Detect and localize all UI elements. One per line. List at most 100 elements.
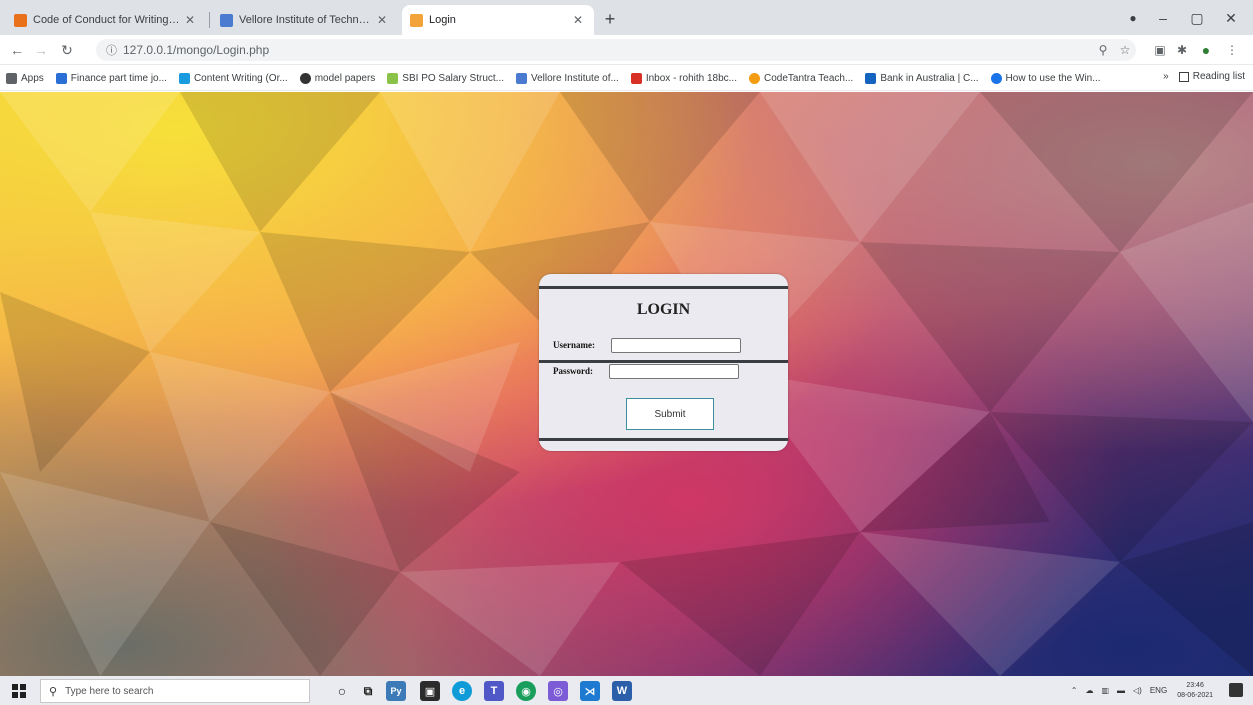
tab-favicon (220, 13, 233, 27)
clock[interactable]: 23:46 08-06-2021 (1177, 681, 1213, 701)
bookmark-favicon-icon (299, 72, 311, 84)
bookmark-star-icon[interactable]: ☆ (1115, 40, 1135, 60)
chrome-alt-icon[interactable]: ◎ (548, 681, 568, 701)
notification-icon[interactable] (1229, 683, 1243, 697)
tab-favicon (14, 13, 27, 27)
onedrive-icon[interactable]: ☁ (1085, 686, 1093, 695)
page-background: LOGIN Username: Password: Submit (0, 92, 1253, 676)
maximize-button[interactable]: ▢ (1182, 6, 1212, 30)
bookmark-favicon-icon (865, 72, 877, 84)
tab-separator (209, 12, 210, 28)
extensions-puzzle-icon[interactable]: ✱ (1172, 40, 1192, 60)
close-tab-icon[interactable]: ✕ (374, 13, 390, 27)
bookmark-item[interactable]: Inbox - rohith 18bc... (630, 72, 737, 84)
cortana-icon[interactable]: ○ (332, 681, 352, 701)
tab-title: Vellore Institute of Technology |... (239, 14, 374, 26)
bookmark-label: Bank in Australia | C... (880, 72, 979, 84)
search-placeholder: Type here to search (65, 685, 154, 697)
volume-icon[interactable]: ◁) (1133, 686, 1142, 695)
battery-icon[interactable]: ▬ (1117, 686, 1125, 695)
bookmark-favicon-icon (178, 72, 190, 84)
info-icon[interactable]: ⓘ (106, 42, 117, 58)
teams-icon[interactable]: T (484, 681, 504, 701)
python-icon[interactable]: Py (386, 681, 406, 701)
bookmark-label: Finance part time jo... (70, 72, 167, 84)
bookmark-item[interactable]: Bank in Australia | C... (865, 72, 979, 84)
bookmark-favicon-icon (516, 72, 527, 84)
forward-button[interactable]: → (30, 39, 52, 61)
tab-title: Code of Conduct for Writing M... (33, 14, 182, 26)
tab-code-of-conduct[interactable]: Code of Conduct for Writing M... ✕ (6, 5, 206, 35)
url-text: 127.0.0.1/mongo/Login.php (123, 43, 270, 57)
back-button[interactable]: ← (6, 39, 28, 61)
more-bookmarks-icon[interactable]: » (1163, 71, 1169, 82)
bookmark-favicon-icon (749, 72, 760, 84)
submit-button[interactable]: Submit (626, 398, 714, 430)
divider (539, 360, 788, 363)
clock-date: 08-06-2021 (1177, 691, 1213, 699)
zoom-icon[interactable]: ⚲ (1093, 40, 1113, 60)
bookmark-item[interactable]: Finance part time jo... (55, 72, 167, 84)
reload-button[interactable]: ↻ (56, 39, 78, 61)
close-window-button[interactable]: ✕ (1216, 6, 1246, 30)
tab-strip: Code of Conduct for Writing M... ✕ Vello… (0, 0, 1253, 35)
chrome-icon[interactable]: ◉ (516, 681, 536, 701)
tab-vellore[interactable]: Vellore Institute of Technology |... ✕ (212, 5, 398, 35)
bookmarks-bar: Apps Finance part time jo... Content Wri… (0, 66, 1253, 91)
bookmark-label: model papers (314, 72, 376, 84)
extension-icon[interactable]: ▣ (1150, 40, 1170, 60)
close-tab-icon[interactable]: ✕ (182, 13, 198, 27)
reading-list-icon (1178, 71, 1189, 82)
bookmark-favicon-icon (55, 72, 67, 84)
username-label: Username: (553, 340, 595, 350)
store-icon[interactable]: ▣ (420, 681, 440, 701)
bookmark-item[interactable]: model papers (299, 72, 376, 84)
reading-list[interactable]: » Reading list (1163, 71, 1245, 82)
bookmark-label: Vellore Institute of... (531, 72, 619, 84)
bookmark-item[interactable]: How to use the Win... (990, 72, 1101, 84)
new-tab-button[interactable]: + (598, 8, 622, 32)
login-form: LOGIN Username: Password: Submit (539, 274, 788, 451)
browser-toolbar: ← → ↻ ⓘ 127.0.0.1/mongo/Login.php ⚲ ☆ ▣ … (0, 35, 1253, 65)
tab-favicon (410, 13, 423, 27)
system-tray: ⌃ ☁ ▥ ▬ ◁) ENG 23:46 08-06-2021 (1063, 676, 1213, 705)
account-avatar-icon[interactable]: ● (1196, 40, 1216, 60)
edge-icon[interactable]: e (452, 681, 472, 701)
divider (539, 438, 788, 441)
bookmark-label: Apps (21, 72, 44, 84)
bookmark-label: Content Writing (Or... (193, 72, 288, 84)
reading-list-label: Reading list (1192, 71, 1245, 82)
menu-kebab-icon[interactable]: ⋮ (1222, 40, 1242, 60)
password-input[interactable] (609, 364, 739, 379)
bookmark-label: SBI PO Salary Struct... (402, 72, 504, 84)
bookmark-label: How to use the Win... (1005, 72, 1101, 84)
bookmark-label: CodeTantra Teach... (764, 72, 854, 84)
login-title: LOGIN (636, 301, 691, 318)
bookmark-item[interactable]: Content Writing (Or... (178, 72, 288, 84)
network-icon[interactable]: ▥ (1101, 686, 1109, 695)
chevron-up-icon[interactable]: ⌃ (1071, 686, 1078, 695)
username-input[interactable] (611, 338, 741, 353)
word-icon[interactable]: W (612, 681, 632, 701)
tab-login[interactable]: Login ✕ (402, 5, 594, 35)
minimize-button[interactable]: – (1148, 6, 1178, 30)
language-indicator[interactable]: ENG (1150, 686, 1167, 695)
vscode-icon[interactable]: ⋊ (580, 681, 600, 701)
password-label: Password: (553, 366, 593, 376)
bookmark-favicon-icon (990, 72, 1002, 84)
bookmark-item[interactable]: Vellore Institute of... (516, 72, 619, 84)
taskbar-search-box[interactable]: ⚲ Type here to search (40, 679, 310, 703)
bookmark-item[interactable]: CodeTantra Teach... (749, 72, 854, 84)
bookmark-item[interactable]: SBI PO Salary Struct... (387, 72, 504, 84)
search-icon: ⚲ (49, 685, 58, 698)
task-view-icon[interactable]: ⧉ (358, 681, 378, 701)
gmail-icon (630, 72, 642, 84)
bookmark-favicon-icon (387, 72, 399, 84)
address-bar[interactable]: ⓘ 127.0.0.1/mongo/Login.php (96, 39, 1136, 61)
windows-taskbar: ⚲ Type here to search ○ ⧉ Py ▣ e T ◉ ◎ ⋊… (0, 676, 1253, 705)
bookmark-apps[interactable]: Apps (6, 72, 44, 84)
profile-icon[interactable]: ● (1118, 6, 1148, 30)
tab-title: Login (429, 14, 456, 26)
close-tab-icon[interactable]: ✕ (570, 13, 586, 27)
windows-start-icon[interactable] (12, 684, 26, 698)
